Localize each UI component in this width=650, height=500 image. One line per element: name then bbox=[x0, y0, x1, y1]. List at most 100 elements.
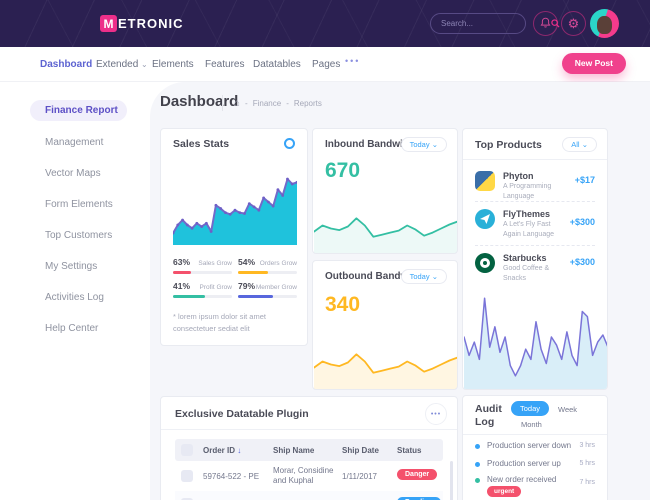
progress-bar bbox=[238, 271, 297, 274]
chevron-down-icon: ⌄ bbox=[582, 140, 588, 149]
main-nav: Dashboard Extended ⌄ Elements Features D… bbox=[0, 47, 650, 82]
inbound-value: 670 bbox=[325, 159, 360, 183]
nav-item-pages[interactable]: Pages bbox=[312, 59, 340, 70]
sidebar-item-vector-maps[interactable]: Vector Maps bbox=[45, 168, 101, 179]
status-badge: Danger bbox=[397, 469, 437, 480]
audit-tab-week[interactable]: Week bbox=[558, 405, 577, 414]
audit-log-title: AuditLog bbox=[475, 403, 502, 429]
divider bbox=[463, 159, 607, 160]
outbound-value: 340 bbox=[325, 293, 360, 317]
audit-tab-month[interactable]: Month bbox=[521, 420, 542, 429]
stat-member-grow: 79%Member Grow bbox=[238, 281, 297, 298]
datatable-title: Exclusive Datatable Plugin bbox=[175, 408, 309, 420]
col-ship-name[interactable]: Ship Name bbox=[273, 446, 314, 455]
status-dot bbox=[475, 478, 480, 483]
outbound-chart bbox=[314, 335, 458, 390]
sort-desc-icon[interactable]: ↓ bbox=[237, 446, 241, 455]
settings-button[interactable]: ⚙ bbox=[561, 11, 586, 36]
product-value: +$17 bbox=[575, 175, 595, 185]
outbound-bandwidth-card: Outbound Bandwidth Today ⌄ 340 bbox=[312, 260, 458, 390]
status-dot bbox=[475, 462, 480, 467]
divider bbox=[161, 429, 457, 430]
divider bbox=[475, 245, 595, 246]
progress-bar bbox=[173, 271, 232, 274]
nav-item-features[interactable]: Features bbox=[205, 59, 244, 70]
sidebar-item-activities-log[interactable]: Activities Log bbox=[45, 292, 104, 303]
sidebar-item-finance-report[interactable]: Finance Report bbox=[30, 100, 127, 121]
sales-stats-chart bbox=[173, 159, 297, 245]
chevron-down-icon: ⌄ bbox=[141, 60, 148, 69]
datatable-card: Exclusive Datatable Plugin ••• Order ID … bbox=[160, 396, 458, 500]
table-header: Order ID ↓ Ship Name Ship Date Status bbox=[175, 439, 443, 461]
nav-item-extended[interactable]: Extended ⌄ bbox=[96, 59, 148, 70]
bell-icon bbox=[540, 17, 551, 31]
divider bbox=[475, 201, 595, 202]
table-row[interactable]: 59762-3742 - CN Howe-Strosin 6/25/2016 P… bbox=[175, 491, 443, 500]
chevron-down-icon: ⌄ bbox=[432, 140, 438, 149]
audit-log-card: AuditLog Today Week Month Production ser… bbox=[462, 395, 608, 500]
paper-plane-icon bbox=[475, 209, 495, 229]
metronic-dashboard: M ETRONIC ⚙ Dashboard Extended ⌄ Element… bbox=[0, 0, 650, 500]
inbound-chart bbox=[314, 199, 458, 254]
breadcrumb-reports[interactable]: Reports bbox=[294, 99, 322, 108]
table-row[interactable]: 59764-522 - PE Morar, Considine and Kuph… bbox=[175, 463, 443, 491]
table-scrollbar[interactable] bbox=[450, 461, 453, 500]
stat-sales-grow: 63%Sales Grow bbox=[173, 257, 232, 274]
select-all-checkbox[interactable] bbox=[181, 444, 193, 456]
top-header: M ETRONIC ⚙ bbox=[0, 0, 650, 47]
stat-profit-grow: 41%Profit Grow bbox=[173, 281, 232, 298]
home-icon[interactable]: ⌂ bbox=[234, 100, 240, 108]
breadcrumb-finance[interactable]: Finance bbox=[253, 99, 281, 108]
sidebar-item-form-elements[interactable]: Form Elements bbox=[45, 199, 113, 210]
nav-item-dashboard[interactable]: Dashboard bbox=[40, 59, 92, 70]
sidebar-item-help-center[interactable]: Help Center bbox=[45, 323, 98, 334]
python-icon bbox=[475, 171, 495, 191]
progress-bar bbox=[238, 295, 297, 298]
page-title: Dashboard bbox=[160, 93, 238, 110]
nav-item-datatables[interactable]: Datatables bbox=[253, 59, 301, 70]
col-ship-date[interactable]: Ship Date bbox=[342, 446, 379, 455]
product-row-phyton[interactable]: Phyton A Programming Language +$17 bbox=[475, 171, 595, 197]
divider bbox=[463, 434, 607, 435]
inbound-filter-dropdown[interactable]: Today ⌄ bbox=[401, 137, 447, 152]
sidebar-item-management[interactable]: Management bbox=[45, 137, 103, 148]
outbound-filter-dropdown[interactable]: Today ⌄ bbox=[401, 269, 447, 284]
logo-m-icon: M bbox=[100, 15, 117, 32]
status-dot bbox=[475, 444, 480, 449]
chevron-down-icon: ⌄ bbox=[432, 272, 438, 281]
audit-tab-today[interactable]: Today bbox=[511, 401, 549, 416]
sidebar-item-top-customers[interactable]: Top Customers bbox=[45, 230, 112, 241]
logo-text: ETRONIC bbox=[118, 16, 184, 31]
products-chart bbox=[464, 284, 608, 390]
notifications-button[interactable] bbox=[533, 11, 558, 36]
product-row-starbucks[interactable]: Starbucks Good Coffee & Snacks +$300 bbox=[475, 253, 595, 279]
product-value: +$300 bbox=[570, 257, 595, 267]
progress-bar bbox=[173, 295, 232, 298]
search-box[interactable] bbox=[430, 13, 526, 34]
logo[interactable]: M ETRONIC bbox=[100, 15, 184, 32]
nav-more-icon[interactable]: ••• bbox=[345, 56, 360, 66]
breadcrumb: ⌂ - Finance - Reports bbox=[234, 99, 322, 108]
product-row-flythemes[interactable]: FlyThemes A Let's Fly Fast Again Languag… bbox=[475, 209, 595, 241]
gear-icon: ⚙ bbox=[568, 17, 580, 30]
sidebar-item-my-settings[interactable]: My Settings bbox=[45, 261, 97, 272]
urgent-badge: urgent bbox=[487, 486, 521, 497]
sales-stats-title: Sales Stats bbox=[173, 138, 229, 150]
col-status[interactable]: Status bbox=[397, 446, 421, 455]
more-options-icon[interactable]: ••• bbox=[425, 403, 447, 425]
top-products-card: Top Products All ⌄ Phyton A Programming … bbox=[462, 128, 608, 390]
sales-footnote: * lorem ipsum dolor sit amet consectetue… bbox=[173, 311, 291, 334]
stat-orders-grow: 54%Orders Grow bbox=[238, 257, 297, 274]
new-post-button[interactable]: New Post bbox=[562, 53, 626, 74]
col-order-id[interactable]: Order ID ↓ bbox=[203, 446, 241, 455]
products-filter-dropdown[interactable]: All ⌄ bbox=[562, 137, 597, 152]
top-products-title: Top Products bbox=[475, 139, 542, 151]
circle-icon[interactable] bbox=[284, 138, 295, 149]
sales-stats-card: Sales Stats 63%Sales Grow 54%Orders Grow… bbox=[160, 128, 308, 346]
user-avatar[interactable] bbox=[590, 9, 619, 38]
nav-item-elements[interactable]: Elements bbox=[152, 59, 194, 70]
inbound-bandwidth-card: Inbound Bandwidth Today ⌄ 670 bbox=[312, 128, 458, 254]
row-checkbox[interactable] bbox=[181, 470, 193, 482]
starbucks-icon bbox=[475, 253, 495, 273]
product-value: +$300 bbox=[570, 217, 595, 227]
